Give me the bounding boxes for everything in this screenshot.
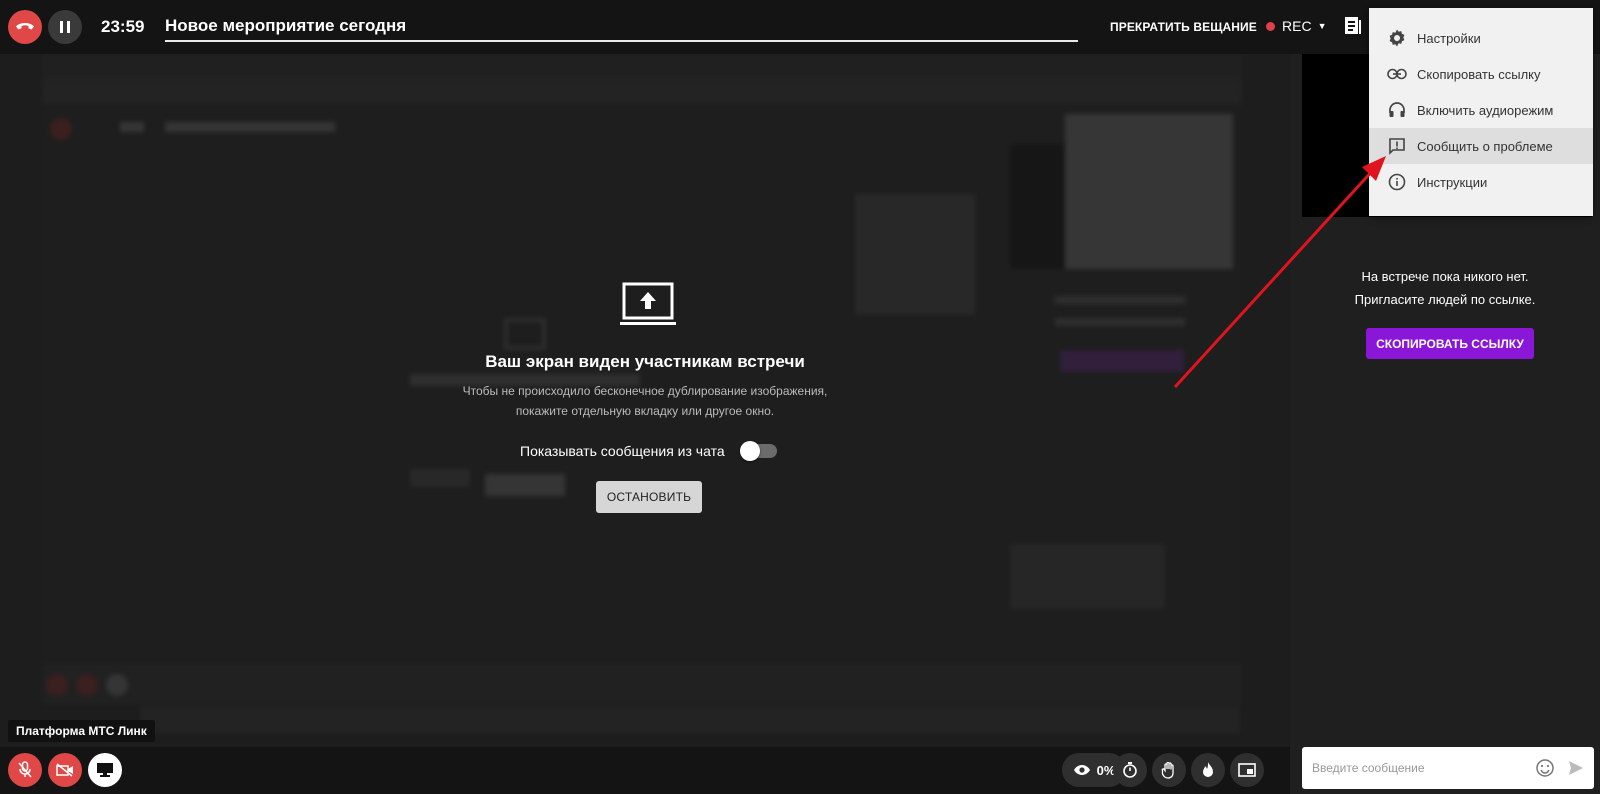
hand-icon (1161, 761, 1174, 779)
screen-share-button[interactable] (88, 753, 122, 787)
chat-toggle-row: Показывать сообщения из чата (520, 441, 777, 461)
info-icon (1387, 172, 1407, 192)
share-subtitle: Чтобы не происходило бесконечное дублиро… (400, 381, 890, 421)
copy-link-button[interactable]: СКОПИРОВАТЬ ССЫЛКУ (1366, 328, 1534, 359)
agenda-button[interactable] (1344, 16, 1362, 41)
pause-icon (60, 21, 70, 33)
stop-broadcast-button[interactable]: ПРЕКРАТИТЬ ВЕЩАНИЕ (1110, 20, 1257, 34)
chat-toggle-label: Показывать сообщения из чата (520, 443, 725, 459)
empty-meeting-text: На встрече пока никого нет. Пригласите л… (1290, 265, 1600, 311)
rec-dropdown[interactable]: REC ▼ (1266, 18, 1326, 34)
stop-sharing-button[interactable]: ОСТАНОВИТЬ (596, 481, 702, 513)
microphone-button[interactable] (8, 753, 42, 787)
menu-item-label: Включить аудиорежим (1417, 102, 1554, 118)
stopwatch-icon (1123, 762, 1137, 778)
emoji-button[interactable] (1535, 758, 1555, 783)
message-input[interactable] (1312, 747, 1522, 789)
menu-item-label: Скопировать ссылку (1417, 66, 1541, 82)
rec-dot-icon (1266, 21, 1275, 31)
smile-icon (1536, 759, 1554, 777)
phone-hangup-icon (16, 23, 34, 30)
microphone-off-icon (18, 761, 32, 778)
chevron-down-icon: ▼ (1317, 21, 1327, 31)
menu-item-label: Настройки (1417, 30, 1481, 46)
menu-item-settings[interactable]: Настройки (1369, 20, 1593, 56)
app-root: 23:59 Новое мероприятие сегодня ПРЕКРАТИ… (0, 0, 1600, 794)
empty-line-2: Пригласите людей по ссылке. (1354, 292, 1536, 307)
send-icon (1569, 761, 1583, 775)
event-title: Новое мероприятие сегодня (165, 16, 407, 35)
menu-item-label: Инструкции (1417, 174, 1488, 190)
settings-menu: Настройки Скопировать ссылку Включить ау… (1369, 8, 1593, 216)
pip-icon (1238, 763, 1256, 777)
raise-hand-button[interactable] (1152, 753, 1186, 787)
eye-icon (1073, 765, 1090, 775)
fire-icon (1203, 762, 1213, 777)
toggle-knob (739, 441, 760, 461)
empty-line-1: На встрече пока никого нет. (1361, 269, 1529, 284)
share-subtitle-line2: покажите отдельную вкладку или другое ок… (515, 404, 775, 418)
picture-in-picture-button[interactable] (1230, 753, 1264, 787)
share-title: Ваш экран виден участникам встречи (485, 352, 805, 371)
message-input-box (1302, 747, 1594, 789)
headphones-icon (1387, 100, 1407, 120)
document-icon (1345, 17, 1361, 34)
report-icon (1387, 136, 1407, 156)
tooltip: Платформа МТС Линк (8, 720, 155, 742)
camera-button[interactable] (48, 753, 82, 787)
menu-item-report-problem[interactable]: Сообщить о проблеме (1369, 128, 1593, 164)
top-bar: 23:59 Новое мероприятие сегодня ПРЕКРАТИ… (0, 0, 1600, 54)
gear-icon (1387, 28, 1407, 48)
share-subtitle-line1: Чтобы не происходило бесконечное дублиро… (462, 384, 828, 398)
event-timer: 23:59 (101, 17, 145, 36)
monitor-icon (97, 763, 113, 777)
reactions-button[interactable] (1191, 753, 1225, 787)
rec-label: REC (1282, 18, 1312, 34)
send-button[interactable] (1567, 759, 1585, 782)
pause-button[interactable] (48, 10, 82, 44)
screen-share-icon (620, 282, 676, 325)
menu-item-copy-link[interactable]: Скопировать ссылку (1369, 56, 1593, 92)
menu-item-audio-mode[interactable]: Включить аудиорежим (1369, 92, 1593, 128)
menu-item-instructions[interactable]: Инструкции (1369, 164, 1593, 200)
menu-item-label: Сообщить о проблеме (1417, 138, 1553, 154)
hangup-button[interactable] (8, 10, 42, 44)
bottom-bar: 0% (0, 747, 1290, 794)
timer-button[interactable] (1113, 753, 1147, 787)
screen-share-stage: Ваш экран виден участникам встречи Чтобы… (0, 54, 1290, 747)
event-title-field[interactable]: Новое мероприятие сегодня (165, 14, 1078, 42)
chat-toggle-switch[interactable] (739, 441, 777, 461)
link-icon (1387, 64, 1407, 84)
camera-off-icon (56, 763, 73, 777)
